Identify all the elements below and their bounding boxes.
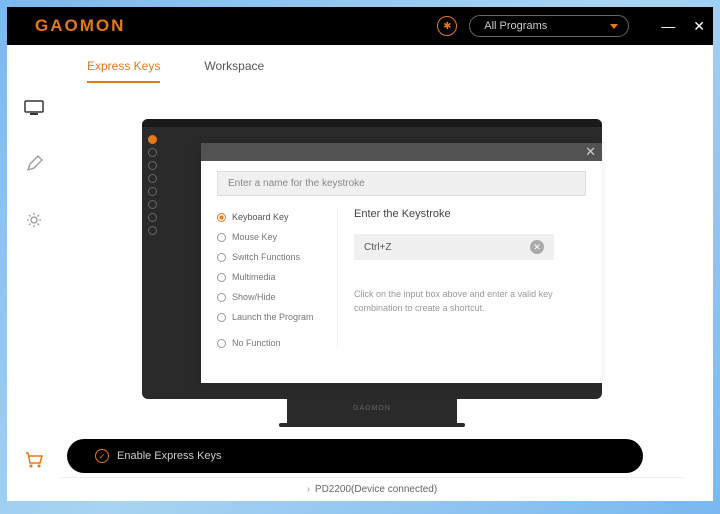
keystroke-name-input[interactable]: Enter a name for the keystroke	[217, 171, 586, 196]
keystroke-hint: Click on the input box above and enter a…	[354, 288, 586, 315]
express-key-6[interactable]	[148, 200, 157, 209]
monitor-bezel-top	[142, 119, 602, 127]
cat-launch-program[interactable]: Launch the Program	[217, 312, 337, 322]
radio-icon	[217, 273, 226, 282]
minimize-button[interactable]: —	[661, 19, 675, 33]
cat-no-function[interactable]: No Function	[217, 338, 337, 348]
pen-icon[interactable]	[23, 153, 45, 175]
close-button[interactable]: ✕	[693, 19, 705, 33]
express-key-4[interactable]	[148, 174, 157, 183]
radio-icon	[217, 313, 226, 322]
sidebar	[7, 45, 61, 501]
gear-icon[interactable]	[23, 209, 45, 231]
window-controls: — ✕	[661, 19, 705, 33]
express-key-3[interactable]	[148, 161, 157, 170]
express-key-8[interactable]	[148, 226, 157, 235]
express-key-7[interactable]	[148, 213, 157, 222]
keystroke-title: Enter the Keystroke	[354, 208, 586, 220]
titlebar-right: ✱ All Programs — ✕	[437, 15, 705, 37]
body: Express Keys Workspace	[7, 45, 713, 501]
settings-badge-icon[interactable]: ✱	[437, 16, 457, 36]
programs-dropdown[interactable]: All Programs	[469, 15, 629, 37]
cat-show-hide[interactable]: Show/Hide	[217, 292, 337, 302]
enable-label: Enable Express Keys	[117, 450, 222, 462]
tabs: Express Keys Workspace	[61, 45, 683, 83]
monitor-wrap: ✕ Enter a name for the keystroke Keyboar…	[142, 119, 602, 427]
checkmark-icon: ✓	[95, 449, 109, 463]
tab-express-keys[interactable]: Express Keys	[87, 59, 160, 83]
cart-icon[interactable]	[23, 449, 45, 471]
express-key-2[interactable]	[148, 148, 157, 157]
express-key-5[interactable]	[148, 187, 157, 196]
keystroke-popup: ✕ Enter a name for the keystroke Keyboar…	[201, 143, 602, 383]
popup-body: Keyboard Key Mouse Key Switch Functions …	[201, 204, 602, 352]
keystroke-panel: Enter the Keystroke Ctrl+Z ✕ Click on th…	[337, 208, 586, 348]
radio-icon	[217, 213, 226, 222]
radio-icon	[217, 339, 226, 348]
clear-icon[interactable]: ✕	[530, 240, 544, 254]
titlebar: GAOMON ✱ All Programs — ✕	[7, 7, 713, 45]
express-key-1[interactable]	[148, 135, 157, 144]
status-bar[interactable]: PD2200(Device connected)	[61, 477, 683, 501]
monitor-stand: GAOMON	[287, 399, 457, 427]
keystroke-value: Ctrl+Z	[364, 242, 392, 253]
keystroke-input[interactable]: Ctrl+Z ✕	[354, 234, 554, 260]
monitor: ✕ Enter a name for the keystroke Keyboar…	[142, 119, 602, 399]
radio-icon	[217, 253, 226, 262]
cat-keyboard-key[interactable]: Keyboard Key	[217, 212, 337, 222]
monitor-area: ✕ Enter a name for the keystroke Keyboar…	[61, 83, 683, 429]
stand-logo: GAOMON	[287, 399, 457, 412]
popup-close-icon[interactable]: ✕	[585, 144, 596, 160]
cat-switch-functions[interactable]: Switch Functions	[217, 252, 337, 262]
app-window: GAOMON ✱ All Programs — ✕ Express Keys W…	[7, 7, 713, 501]
logo: GAOMON	[35, 16, 125, 36]
category-list: Keyboard Key Mouse Key Switch Functions …	[217, 208, 337, 348]
display-icon[interactable]	[23, 97, 45, 119]
radio-icon	[217, 233, 226, 242]
express-key-strip	[148, 135, 157, 235]
enable-express-keys-bar[interactable]: ✓ Enable Express Keys	[67, 439, 643, 473]
tab-workspace[interactable]: Workspace	[204, 59, 264, 83]
main: Express Keys Workspace	[61, 45, 713, 501]
cat-mouse-key[interactable]: Mouse Key	[217, 232, 337, 242]
radio-icon	[217, 293, 226, 302]
popup-header: ✕	[201, 143, 602, 161]
cat-multimedia[interactable]: Multimedia	[217, 272, 337, 282]
